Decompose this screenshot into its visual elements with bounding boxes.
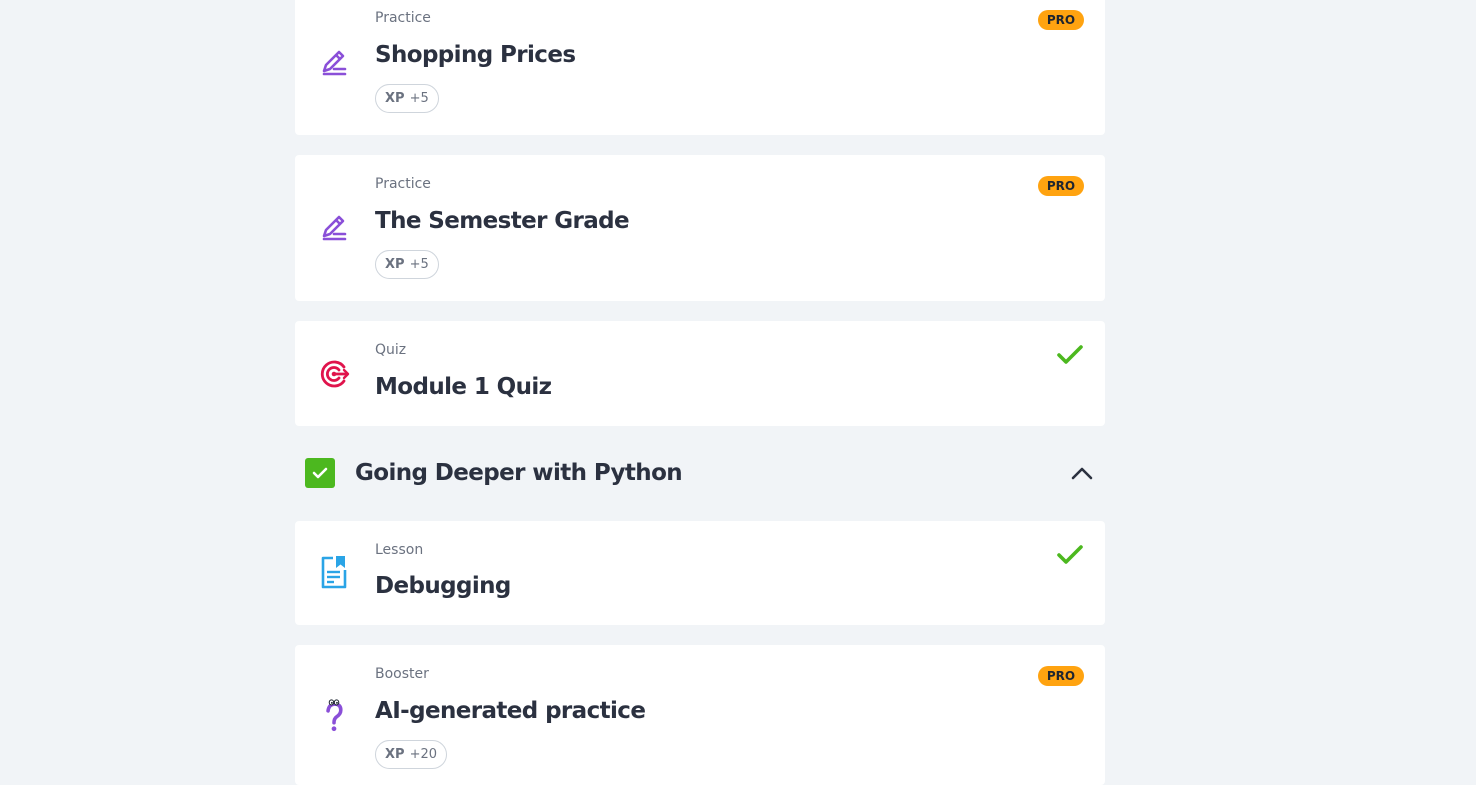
xp-reward-badge: XP +5 — [375, 84, 439, 113]
item-title[interactable]: Module 1 Quiz — [375, 372, 552, 402]
item-type-label: Practice — [375, 176, 431, 192]
pencil-practice-icon — [317, 45, 351, 79]
xp-label: XP — [385, 91, 405, 106]
item-type-label: Quiz — [375, 342, 407, 358]
xp-reward-badge: XP +5 — [375, 250, 439, 279]
item-type-label: Booster — [375, 666, 429, 682]
xp-value: +20 — [409, 747, 437, 762]
section-title: Going Deeper with Python — [355, 460, 683, 486]
target-quiz-icon — [317, 357, 351, 391]
item-title[interactable]: Debugging — [375, 571, 511, 601]
practice-item-shopping-prices[interactable]: Practice Shopping Prices XP +5 PRO — [295, 0, 1105, 135]
practice-item-semester-grade[interactable]: Practice The Semester Grade XP +5 PRO — [295, 155, 1105, 301]
xp-label: XP — [385, 257, 405, 272]
collapse-chevron-icon[interactable] — [1070, 463, 1094, 483]
item-type-label: Practice — [375, 10, 431, 26]
lesson-document-icon — [317, 555, 351, 589]
pro-badge: PRO — [1038, 666, 1084, 686]
pro-badge: PRO — [1038, 176, 1084, 196]
xp-value: +5 — [409, 91, 429, 106]
pencil-practice-icon — [317, 210, 351, 244]
xp-reward-badge: XP +20 — [375, 740, 447, 769]
xp-label: XP — [385, 747, 405, 762]
item-title[interactable]: AI-generated practice — [375, 696, 646, 726]
item-type-label: Lesson — [375, 542, 424, 558]
pro-badge: PRO — [1038, 10, 1084, 30]
module-section-header[interactable]: Going Deeper with Python — [305, 458, 1105, 488]
item-title[interactable]: Shopping Prices — [375, 40, 576, 70]
lesson-item-debugging[interactable]: Lesson Debugging — [295, 521, 1105, 625]
question-booster-icon — [317, 699, 351, 733]
completed-check-icon — [1056, 544, 1084, 566]
completed-check-icon — [1056, 344, 1084, 366]
booster-item-ai-practice[interactable]: Booster AI-generated practice XP +20 PRO — [295, 645, 1105, 785]
item-title[interactable]: The Semester Grade — [375, 206, 630, 236]
quiz-item-module-1[interactable]: Quiz Module 1 Quiz — [295, 321, 1105, 426]
section-completed-icon — [305, 458, 335, 488]
xp-value: +5 — [409, 257, 429, 272]
